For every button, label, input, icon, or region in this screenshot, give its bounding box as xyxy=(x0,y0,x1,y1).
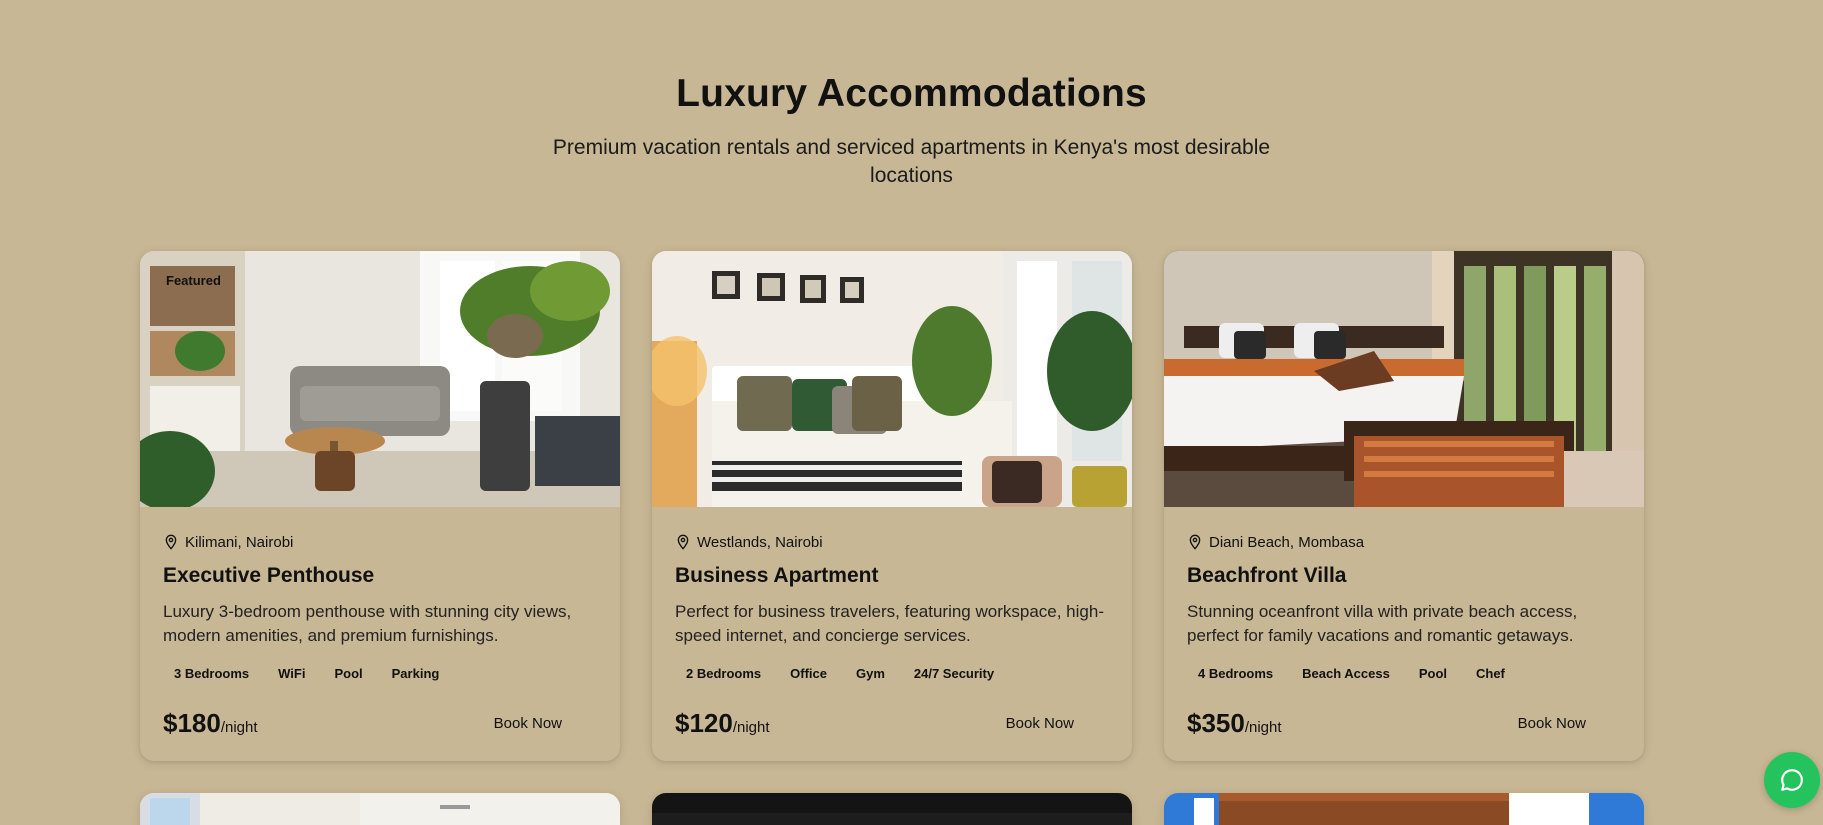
chat-bubble-icon xyxy=(1781,769,1803,791)
book-now-button[interactable]: Book Now xyxy=(476,707,580,740)
listing-card-partial[interactable] xyxy=(1164,793,1644,825)
listing-price: $120/night xyxy=(675,708,770,739)
amenity-tag: 24/7 Security xyxy=(913,666,995,681)
chat-button[interactable] xyxy=(1764,752,1820,808)
listing-card-partial[interactable] xyxy=(652,793,1132,825)
listing-name: Executive Penthouse xyxy=(163,564,375,587)
listing-tags: 2 Bedrooms Office Gym 24/7 Security xyxy=(675,662,1109,685)
amenity-tag: WiFi xyxy=(278,666,306,681)
listing-card[interactable]: Westlands, Nairobi Business Apartment Pe… xyxy=(652,251,1132,761)
amenity-tag: Parking xyxy=(391,666,440,681)
listing-description: Luxury 3-bedroom penthouse with stunning… xyxy=(163,602,572,645)
book-now-button[interactable]: Book Now xyxy=(1500,707,1604,740)
amenity-tag: Chef xyxy=(1476,666,1505,681)
price-amount: $350 xyxy=(1187,708,1245,738)
amenity-tag: Beach Access xyxy=(1302,666,1390,681)
listing-description: Stunning oceanfront villa with private b… xyxy=(1187,602,1578,645)
listing-tags: 4 Bedrooms Beach Access Pool Chef xyxy=(1187,662,1621,685)
listing-price: $350/night xyxy=(1187,708,1282,739)
bedroom-photo xyxy=(652,251,1132,507)
listing-name: Business Apartment xyxy=(675,564,879,587)
map-pin-icon xyxy=(165,534,177,550)
price-amount: $180 xyxy=(163,708,221,738)
listing-location: Kilimani, Nairobi xyxy=(163,533,597,551)
amenity-tag: 3 Bedrooms xyxy=(174,666,250,681)
listing-tags: 3 Bedrooms WiFi Pool Parking xyxy=(163,662,597,685)
listing-location: Westlands, Nairobi xyxy=(675,533,1109,551)
listing-location-text: Kilimani, Nairobi xyxy=(185,533,294,551)
price-unit: /night xyxy=(220,719,258,736)
amenity-tag: Pool xyxy=(1418,666,1447,681)
page-header: Luxury Accommodations Premium vacation r… xyxy=(0,72,1823,190)
amenity-tag: Gym xyxy=(855,666,885,681)
amenity-tag: 4 Bedrooms xyxy=(1198,666,1274,681)
listing-description: Perfect for business travelers, featurin… xyxy=(675,602,1104,645)
map-pin-icon xyxy=(1189,534,1201,550)
living-room-photo xyxy=(140,251,620,507)
listing-price: $180/night xyxy=(163,708,258,739)
listing-photo xyxy=(140,793,620,825)
page-subtitle: Premium vacation rentals and serviced ap… xyxy=(552,136,1271,187)
price-amount: $120 xyxy=(675,708,733,738)
villa-bedroom-photo xyxy=(1164,251,1644,507)
page-title: Luxury Accommodations xyxy=(676,72,1147,115)
listing-name: Beachfront Villa xyxy=(1187,564,1347,587)
listing-photo: Featured xyxy=(140,251,620,507)
listing-photo xyxy=(652,251,1132,507)
listing-location-text: Westlands, Nairobi xyxy=(697,533,823,551)
map-pin-icon xyxy=(677,534,689,550)
book-now-button[interactable]: Book Now xyxy=(988,707,1092,740)
amenity-tag: Office xyxy=(790,666,827,681)
listing-location: Diani Beach, Mombasa xyxy=(1187,533,1621,551)
price-unit: /night xyxy=(732,719,770,736)
price-unit: /night xyxy=(1244,719,1282,736)
listing-photo xyxy=(1164,793,1644,825)
listing-location-text: Diani Beach, Mombasa xyxy=(1209,533,1365,551)
listing-card[interactable]: Diani Beach, Mombasa Beachfront Villa St… xyxy=(1164,251,1644,761)
featured-badge: Featured xyxy=(166,273,221,288)
listing-photo xyxy=(652,793,1132,825)
amenity-tag: Pool xyxy=(334,666,363,681)
listing-card-partial[interactable] xyxy=(140,793,620,825)
amenity-tag: 2 Bedrooms xyxy=(686,666,762,681)
listing-card[interactable]: Featured Kilimani, Nairobi Executive Pen… xyxy=(140,251,620,761)
listing-photo xyxy=(1164,251,1644,507)
